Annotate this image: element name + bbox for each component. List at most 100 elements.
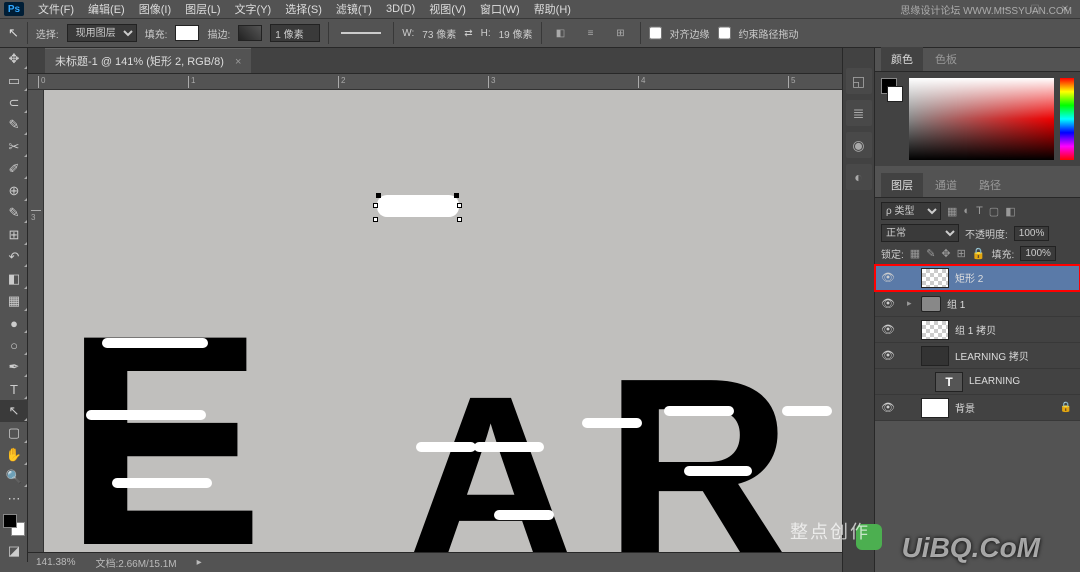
filter-shape-icon[interactable]: ▢ — [989, 205, 999, 218]
lock-pixels-icon[interactable]: ✎ — [926, 247, 935, 260]
history-panel-icon[interactable]: ◱ — [846, 68, 872, 94]
healing-tool[interactable]: ⊕ — [0, 180, 28, 202]
canvas-area[interactable]: E A R — [44, 90, 874, 552]
expand-icon[interactable]: ▸ — [907, 298, 915, 309]
brush-tool[interactable]: ✎ — [0, 202, 28, 224]
pen-tool[interactable]: ✒ — [0, 356, 28, 378]
properties-panel-icon[interactable]: ≣ — [846, 100, 872, 126]
hue-slider[interactable] — [1060, 78, 1074, 160]
layer-row[interactable]: 👁 矩形 2 — [875, 265, 1080, 291]
filter-smart-icon[interactable]: ◧ — [1005, 205, 1015, 218]
filter-pixel-icon[interactable]: ▦ — [947, 205, 957, 218]
layer-name[interactable]: LEARNING — [969, 376, 1020, 387]
edit-toolbar[interactable]: ⋯ — [0, 488, 28, 510]
menu-type[interactable]: 文字(Y) — [235, 1, 272, 17]
quick-mask-tool[interactable]: ◪ — [0, 540, 28, 562]
eraser-tool[interactable]: ◧ — [0, 268, 28, 290]
dodge-tool[interactable]: ○ — [0, 334, 28, 356]
swatches-tab[interactable]: 色板 — [925, 47, 967, 71]
adjustments-icon[interactable]: ◐ — [846, 164, 872, 190]
doc-info-arrow[interactable]: ▸ — [197, 557, 202, 568]
history-brush-tool[interactable]: ↶ — [0, 246, 28, 268]
stroke-style[interactable] — [341, 32, 381, 34]
fill-swatch[interactable] — [175, 25, 199, 41]
menu-3d[interactable]: 3D(D) — [386, 3, 415, 15]
stroke-width-input[interactable] — [270, 24, 320, 42]
cc-libraries-icon[interactable]: ◉ — [846, 132, 872, 158]
filter-adjust-icon[interactable]: ◐ — [963, 205, 970, 218]
paths-tab[interactable]: 路径 — [969, 173, 1011, 197]
menu-window[interactable]: 窗口(W) — [480, 1, 520, 17]
menu-select[interactable]: 选择(S) — [285, 1, 322, 17]
layer-row[interactable]: 👁 ▸ 组 1 — [875, 291, 1080, 317]
h-value[interactable]: 19 像素 — [499, 26, 533, 41]
lock-artboard-icon[interactable]: ⊞ — [957, 247, 966, 260]
stamp-tool[interactable]: ⊞ — [0, 224, 28, 246]
tool-preset-icon[interactable]: ↖ — [8, 25, 19, 41]
hand-tool[interactable]: ✋ — [0, 444, 28, 466]
visibility-icon[interactable]: 👁 — [881, 323, 895, 336]
lock-transparency-icon[interactable]: ▦ — [910, 247, 920, 260]
crop-tool[interactable]: ✂ — [0, 136, 28, 158]
lasso-tool[interactable]: ⊂ — [0, 92, 28, 114]
menu-file[interactable]: 文件(F) — [38, 1, 74, 17]
type-tool[interactable]: T — [0, 378, 28, 400]
menu-filter[interactable]: 滤镜(T) — [336, 1, 372, 17]
path-ops-icon[interactable]: ◧ — [550, 23, 572, 43]
constrain-path-checkbox[interactable] — [718, 24, 731, 42]
layer-row[interactable]: TLEARNING — [875, 369, 1080, 395]
select-mode[interactable]: 现用图层 — [67, 24, 137, 42]
layer-name[interactable]: 矩形 2 — [955, 270, 983, 285]
opacity-value[interactable]: 100% — [1014, 226, 1050, 241]
path-select-tool[interactable]: ↖ — [0, 400, 28, 422]
doc-info[interactable]: 文档:2.66M/15.1M — [95, 555, 176, 570]
blend-mode[interactable]: 正常 — [881, 224, 959, 242]
visibility-icon[interactable]: 👁 — [881, 349, 895, 362]
layer-name[interactable]: 组 1 — [947, 296, 965, 311]
zoom-tool[interactable]: 🔍 — [0, 466, 28, 488]
quick-select-tool[interactable]: ✎ — [0, 114, 28, 136]
color-fg-bg[interactable] — [881, 78, 903, 160]
lock-all-icon[interactable]: 🔒 — [972, 247, 986, 260]
visibility-icon[interactable]: 👁 — [881, 401, 895, 414]
gradient-tool[interactable]: ▦ — [0, 290, 28, 312]
selected-shape[interactable] — [377, 195, 459, 217]
menu-help[interactable]: 帮助(H) — [534, 1, 571, 17]
layer-row[interactable]: 👁 LEARNING 拷贝 — [875, 343, 1080, 369]
layer-name[interactable]: 背景 — [955, 400, 975, 415]
layer-row[interactable]: 👁 组 1 拷贝 — [875, 317, 1080, 343]
link-wh-icon[interactable]: ⇄ — [464, 28, 472, 39]
zoom-level[interactable]: 141.38% — [36, 557, 75, 568]
stroke-swatch[interactable] — [238, 25, 262, 41]
marquee-tool[interactable]: ▭ — [0, 70, 28, 92]
artboard[interactable]: E A R — [44, 90, 844, 552]
document-tab[interactable]: 未标题-1 @ 141% (矩形 2, RGB/8) × — [45, 48, 251, 73]
color-tab[interactable]: 颜色 — [881, 47, 923, 71]
layer-row[interactable]: 👁背景🔒 — [875, 395, 1080, 421]
lock-position-icon[interactable]: ✥ — [941, 247, 950, 260]
align-icon[interactable]: ≡ — [580, 23, 602, 43]
layers-tab[interactable]: 图层 — [881, 173, 923, 197]
menu-image[interactable]: 图像(I) — [139, 1, 171, 17]
menu-view[interactable]: 视图(V) — [429, 1, 466, 17]
move-tool[interactable]: ✥ — [0, 48, 28, 70]
layer-name[interactable]: LEARNING 拷贝 — [955, 348, 1029, 363]
shape-tool[interactable]: ▢ — [0, 422, 28, 444]
tab-close-icon[interactable]: × — [235, 56, 241, 68]
eyedropper-tool[interactable]: ✐ — [0, 158, 28, 180]
layer-name[interactable]: 组 1 拷贝 — [955, 322, 996, 337]
menu-layer[interactable]: 图层(L) — [185, 1, 220, 17]
arrange-icon[interactable]: ⊞ — [610, 23, 632, 43]
color-picker[interactable] — [909, 78, 1054, 160]
channels-tab[interactable]: 通道 — [925, 173, 967, 197]
blur-tool[interactable]: ● — [0, 312, 28, 334]
layer-filter-kind[interactable]: ρ 类型 — [881, 202, 941, 220]
ruler-horizontal[interactable]: 0 1 2 3 4 5 — [28, 74, 874, 90]
align-edges-checkbox[interactable] — [649, 24, 662, 42]
ruler-vertical[interactable]: 3 — [28, 90, 44, 552]
visibility-icon[interactable]: 👁 — [881, 297, 895, 310]
fg-bg-colors[interactable] — [3, 514, 25, 536]
filter-type-icon[interactable]: T — [976, 205, 983, 218]
w-value[interactable]: 73 像素 — [422, 26, 456, 41]
visibility-icon[interactable]: 👁 — [881, 271, 895, 284]
